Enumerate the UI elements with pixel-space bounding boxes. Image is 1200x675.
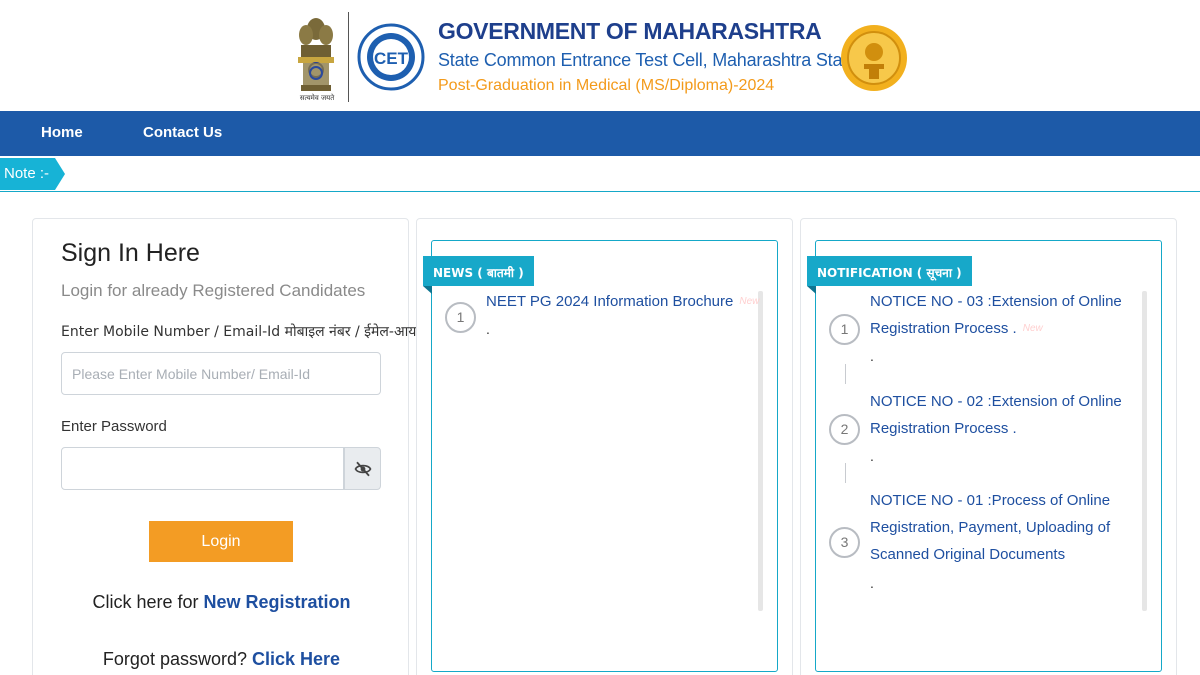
site-title: GOVERNMENT OF MAHARASHTRA <box>438 18 822 44</box>
mobile-email-label: Enter Mobile Number / Email-Id मोबाइल नं… <box>61 324 428 340</box>
notification-item-number: 1 <box>829 314 860 345</box>
new-registration-row: Click here for New Registration <box>33 592 410 613</box>
password-input[interactable] <box>61 447 344 490</box>
login-button[interactable]: Login <box>149 521 293 562</box>
notification-scrollbar[interactable] <box>1142 291 1147 611</box>
notification-item-link[interactable]: NOTICE NO - 03 :Extension of Online Regi… <box>870 288 1122 342</box>
national-emblem-icon <box>298 18 334 91</box>
news-item-link[interactable]: NEET PG 2024 Information Brochure New <box>486 288 759 315</box>
timeline-connector <box>845 463 846 483</box>
header-divider <box>348 12 349 102</box>
news-scrollbar[interactable] <box>758 291 763 611</box>
forgot-password-row: Forgot password? Click Here <box>33 649 410 670</box>
notification-tag: NOTIFICATION ( सूचना ) <box>807 256 972 294</box>
password-label: Enter Password <box>61 418 167 435</box>
notification-item-line: Registration Process . <box>870 420 1017 437</box>
signin-subtitle: Login for already Registered Candidates <box>61 281 366 300</box>
notification-item-number: 2 <box>829 414 860 445</box>
svg-text:CET: CET <box>374 49 409 68</box>
notification-item-number: 3 <box>829 527 860 558</box>
forgot-password-link[interactable]: Click Here <box>252 649 340 669</box>
cet-logo-icon: CET <box>357 23 425 91</box>
notification-item-dot: . <box>870 575 874 591</box>
mobile-email-input[interactable] <box>61 352 381 395</box>
forgot-password-prefix: Forgot password? <box>102 649 252 669</box>
eye-slash-icon <box>354 461 371 476</box>
notification-item-line: Scanned Original Documents <box>870 546 1066 563</box>
notification-item-line: Registration Process . New <box>870 315 1122 342</box>
notification-item-line: NOTICE NO - 03 :Extension of Online <box>870 293 1122 310</box>
exam-title: Post-Graduation in Medical (MS/Diploma)-… <box>438 77 775 94</box>
timeline-connector <box>845 364 846 384</box>
new-registration-link[interactable]: New Registration <box>204 592 351 612</box>
main-navbar: Home Contact Us <box>0 111 1200 156</box>
news-tag: NEWS ( बातमी ) <box>423 256 534 294</box>
notification-panel: NOTIFICATION ( सूचना ) 1 NOTICE NO - 03 … <box>800 218 1177 675</box>
news-item-dot: . <box>486 321 490 337</box>
notification-item-link[interactable]: NOTICE NO - 01 :Process of Online Regist… <box>870 487 1110 568</box>
notification-item-text: Registration Process . <box>870 320 1017 337</box>
emblem-caption: सत्यमेव जयते <box>299 94 335 102</box>
news-item-title: NEET PG 2024 Information Brochure <box>486 293 734 310</box>
notification-box: NOTIFICATION ( सूचना ) 1 NOTICE NO - 03 … <box>807 240 1162 672</box>
nav-home[interactable]: Home <box>41 124 83 141</box>
notification-item-dot: . <box>870 448 874 464</box>
new-registration-prefix: Click here for <box>92 592 204 612</box>
toggle-password-visibility-button[interactable] <box>344 447 381 490</box>
notification-item-line: Registration, Payment, Uploading of <box>870 519 1111 536</box>
new-badge: New <box>739 296 760 307</box>
news-panel: NEWS ( बातमी ) 1 NEET PG 2024 Informatio… <box>416 218 793 675</box>
notification-item-line: NOTICE NO - 01 :Process of Online <box>870 492 1111 509</box>
notification-item-line: NOTICE NO - 02 :Extension of Online <box>870 393 1122 410</box>
site-header: सत्यमेव जयते CET GOVERNMENT OF MAHARASHT… <box>0 0 1200 111</box>
signin-title: Sign In Here <box>61 239 200 267</box>
notification-item-dot: . <box>870 348 874 364</box>
news-item-number: 1 <box>445 302 476 333</box>
site-subtitle: State Common Entrance Test Cell, Maharas… <box>438 50 857 70</box>
maharashtra-seal-icon <box>841 25 907 91</box>
note-label: Note :- <box>0 158 65 190</box>
nav-contact-us[interactable]: Contact Us <box>143 124 222 141</box>
notification-item-link[interactable]: NOTICE NO - 02 :Extension of Online Regi… <box>870 388 1122 442</box>
news-box: NEWS ( बातमी ) 1 NEET PG 2024 Informatio… <box>423 240 778 672</box>
login-panel: Sign In Here Login for already Registere… <box>32 218 428 675</box>
new-badge: New <box>1022 323 1043 334</box>
note-bar: Note :- <box>0 156 1200 192</box>
